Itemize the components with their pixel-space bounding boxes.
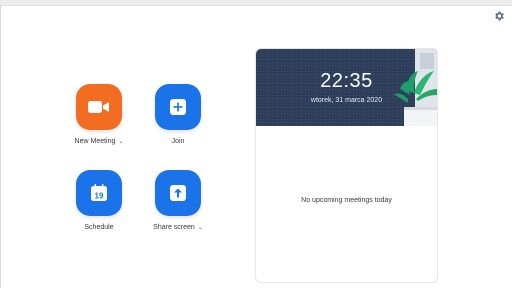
join-label: Join bbox=[171, 138, 185, 145]
schedule-button[interactable]: 19 Schedule bbox=[59, 170, 139, 231]
clock-banner: 22:35 wtorek, 31 marca 2020 bbox=[256, 49, 437, 126]
new-meeting-label: New Meeting ⌄ bbox=[74, 138, 124, 145]
window-left-edge bbox=[0, 5, 1, 288]
share-screen-tile[interactable] bbox=[155, 170, 201, 216]
schedule-label: Schedule bbox=[84, 224, 114, 231]
schedule-tile[interactable]: 19 bbox=[76, 170, 122, 216]
chevron-down-icon[interactable]: ⌄ bbox=[198, 225, 203, 231]
current-time: 22:35 bbox=[320, 70, 373, 92]
chevron-down-icon[interactable]: ⌄ bbox=[118, 139, 123, 145]
join-tile[interactable] bbox=[155, 84, 201, 130]
no-meetings-message: No upcoming meetings today bbox=[301, 197, 392, 204]
upcoming-meetings-panel: 22:35 wtorek, 31 marca 2020 No upcoming … bbox=[255, 48, 438, 283]
join-button[interactable]: Join bbox=[138, 84, 218, 145]
calendar-day-number: 19 bbox=[95, 191, 104, 200]
new-meeting-button[interactable]: New Meeting ⌄ bbox=[59, 84, 139, 145]
share-screen-label: Share screen ⌄ bbox=[153, 224, 203, 231]
new-meeting-tile[interactable] bbox=[76, 84, 122, 130]
share-arrow-up-icon bbox=[170, 185, 186, 201]
video-camera-icon bbox=[88, 101, 109, 113]
plus-icon bbox=[170, 99, 186, 115]
window-top-bar bbox=[0, 0, 512, 6]
gear-icon[interactable] bbox=[493, 10, 505, 22]
current-date: wtorek, 31 marca 2020 bbox=[310, 97, 383, 104]
share-screen-button[interactable]: Share screen ⌄ bbox=[138, 170, 218, 231]
calendar-icon: 19 bbox=[91, 184, 107, 201]
